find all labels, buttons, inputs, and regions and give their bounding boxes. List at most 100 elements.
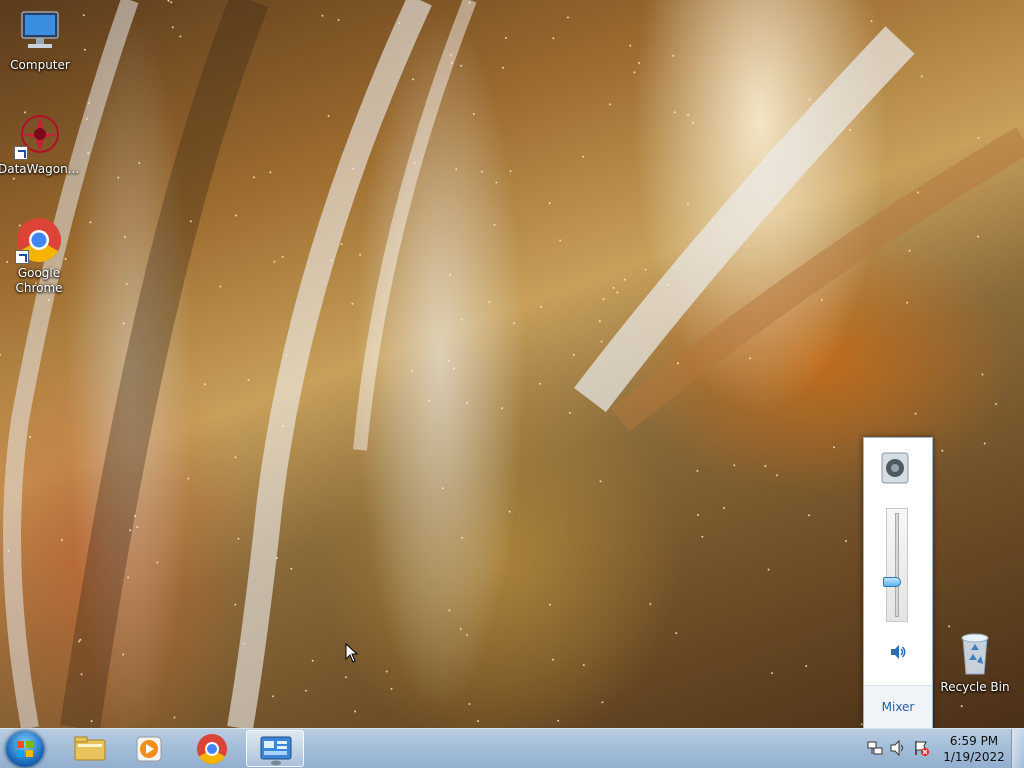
desktop-icon-label: Computer <box>10 58 70 72</box>
wallpaper-sparkle <box>170 1 173 4</box>
wallpaper-sparkle <box>977 136 980 139</box>
wallpaper-sparkle <box>566 16 569 19</box>
wallpaper-sparkle <box>538 382 541 385</box>
wallpaper-sparkle <box>134 515 136 518</box>
wallpaper-sparkle <box>281 255 284 258</box>
wallpaper-sparkle <box>247 379 250 381</box>
wallpaper-sparkle <box>136 526 139 528</box>
taskbar-button-media-player[interactable] <box>121 730 177 767</box>
desktop-icon-recycle-bin[interactable]: Recycle Bin <box>935 630 1015 695</box>
wallpaper-sparkle <box>676 362 679 365</box>
wallpaper-sparkle <box>862 105 865 107</box>
wallpaper-sparkle <box>559 239 562 242</box>
wallpaper-sparkle <box>7 549 10 552</box>
wallpaper-sparkle <box>649 602 652 605</box>
action-center-flag-icon[interactable] <box>913 740 929 756</box>
wallpaper-sparkle <box>941 449 944 452</box>
wallpaper-sparkle <box>667 283 669 286</box>
clock-time: 6:59 PM <box>949 734 999 748</box>
wallpaper-sparkle <box>203 383 206 386</box>
network-icon[interactable] <box>867 740 883 756</box>
wallpaper-sparkle <box>78 640 80 643</box>
wallpaper-sparkle <box>352 167 355 170</box>
wallpaper-sparkle <box>468 1 471 4</box>
shortcut-arrow-icon <box>15 250 29 264</box>
mute-speaker-icon[interactable] <box>889 643 907 661</box>
wallpaper-sparkle <box>600 340 603 343</box>
desktop-icon-google-chrome[interactable]: Google Chrome <box>0 216 79 296</box>
wallpaper-sparkle <box>167 0 170 2</box>
wallpaper-sparkle <box>916 191 919 194</box>
wallpaper-sparkle <box>12 177 15 180</box>
wallpaper-sparkle <box>493 223 496 226</box>
wallpaper-sparkle <box>219 285 222 288</box>
taskbar-button-remote-app[interactable] <box>246 730 304 767</box>
start-button[interactable] <box>6 731 44 767</box>
wallpaper-sparkle <box>466 401 469 404</box>
wallpaper-sparkle <box>914 412 917 415</box>
wallpaper-sparkle <box>83 48 86 51</box>
recycle-bin-icon <box>951 630 999 678</box>
wallpaper-sparkle <box>759 95 762 97</box>
wallpaper-sparkle <box>455 168 458 171</box>
wallpaper-sparkle <box>117 176 120 179</box>
wallpaper-sparkle <box>79 638 82 641</box>
wallpaper-sparkle <box>351 302 354 305</box>
shortcut-arrow-icon <box>14 146 28 160</box>
mixer-link[interactable]: Mixer <box>864 700 932 714</box>
desktop-icon-datawagon[interactable]: DataWagon... <box>0 112 79 177</box>
desktop-icon-computer[interactable]: Computer <box>0 8 80 73</box>
wallpaper-sparkle <box>805 665 808 667</box>
volume-popup: Mixer <box>863 437 933 729</box>
volume-slider-thumb[interactable] <box>883 577 901 587</box>
wallpaper-sparkle <box>311 659 314 662</box>
volume-slider[interactable] <box>883 508 908 622</box>
wallpaper-sparkle <box>82 14 85 17</box>
wallpaper-sparkle <box>460 64 463 67</box>
wallpaper-sparkle <box>243 642 246 645</box>
wallpaper-sparkle <box>252 176 255 179</box>
wallpaper-sparkle <box>692 121 695 124</box>
wallpaper-sparkle <box>156 561 159 564</box>
wallpaper-sparkle <box>633 71 636 74</box>
wallpaper-sparkle <box>125 283 128 286</box>
wallpaper-sparkle <box>282 425 284 428</box>
speaker-device-icon[interactable] <box>880 452 910 484</box>
wallpaper-sparkle <box>767 568 770 571</box>
wallpaper-sparkle <box>173 716 176 719</box>
wallpaper-sparkle <box>981 373 984 376</box>
wallpaper-sparkle <box>948 625 951 628</box>
show-desktop-button[interactable] <box>1011 729 1024 768</box>
wallpaper-sparkle <box>89 221 92 224</box>
wallpaper-sparkle <box>275 557 278 560</box>
wallpaper-sparkle <box>776 474 779 477</box>
media-player-icon <box>136 736 162 762</box>
wallpaper-sparkle <box>608 103 611 106</box>
wallpaper-sparkle <box>466 634 469 636</box>
wallpaper-sparkle <box>508 510 511 513</box>
wallpaper-sparkle <box>733 464 736 467</box>
wallpaper-sparkle <box>460 318 463 321</box>
wallpaper-sparkle <box>340 243 343 246</box>
taskbar-button-explorer[interactable] <box>62 730 118 767</box>
wallpaper-sparkle <box>477 720 480 723</box>
system-clock[interactable]: 6:59 PM 1/19/2022 <box>940 733 1008 765</box>
wallpaper-sparkle <box>551 658 554 661</box>
taskbar: 6:59 PM 1/19/2022 <box>0 728 1024 768</box>
wallpaper-sparkle <box>452 367 455 370</box>
wallpaper-sparkle <box>572 353 575 356</box>
wallpaper-sparkle <box>461 536 464 539</box>
taskbar-button-chrome[interactable] <box>184 730 240 767</box>
wallpaper-sparkle <box>290 567 293 570</box>
wallpaper-sparkle <box>764 465 767 468</box>
wallpaper-sparkle <box>599 480 602 483</box>
volume-icon[interactable] <box>890 739 906 757</box>
wallpaper-sparkle <box>960 705 963 708</box>
wallpaper-sparkle <box>234 214 237 217</box>
wallpaper-sparkle <box>90 720 93 723</box>
wallpaper-sparkle <box>749 357 751 360</box>
wallpaper-sparkle <box>602 298 605 301</box>
wallpaper-sparkle <box>568 411 571 414</box>
wallpaper-sparkle <box>513 322 516 325</box>
wallpaper-sparkle <box>337 19 340 21</box>
